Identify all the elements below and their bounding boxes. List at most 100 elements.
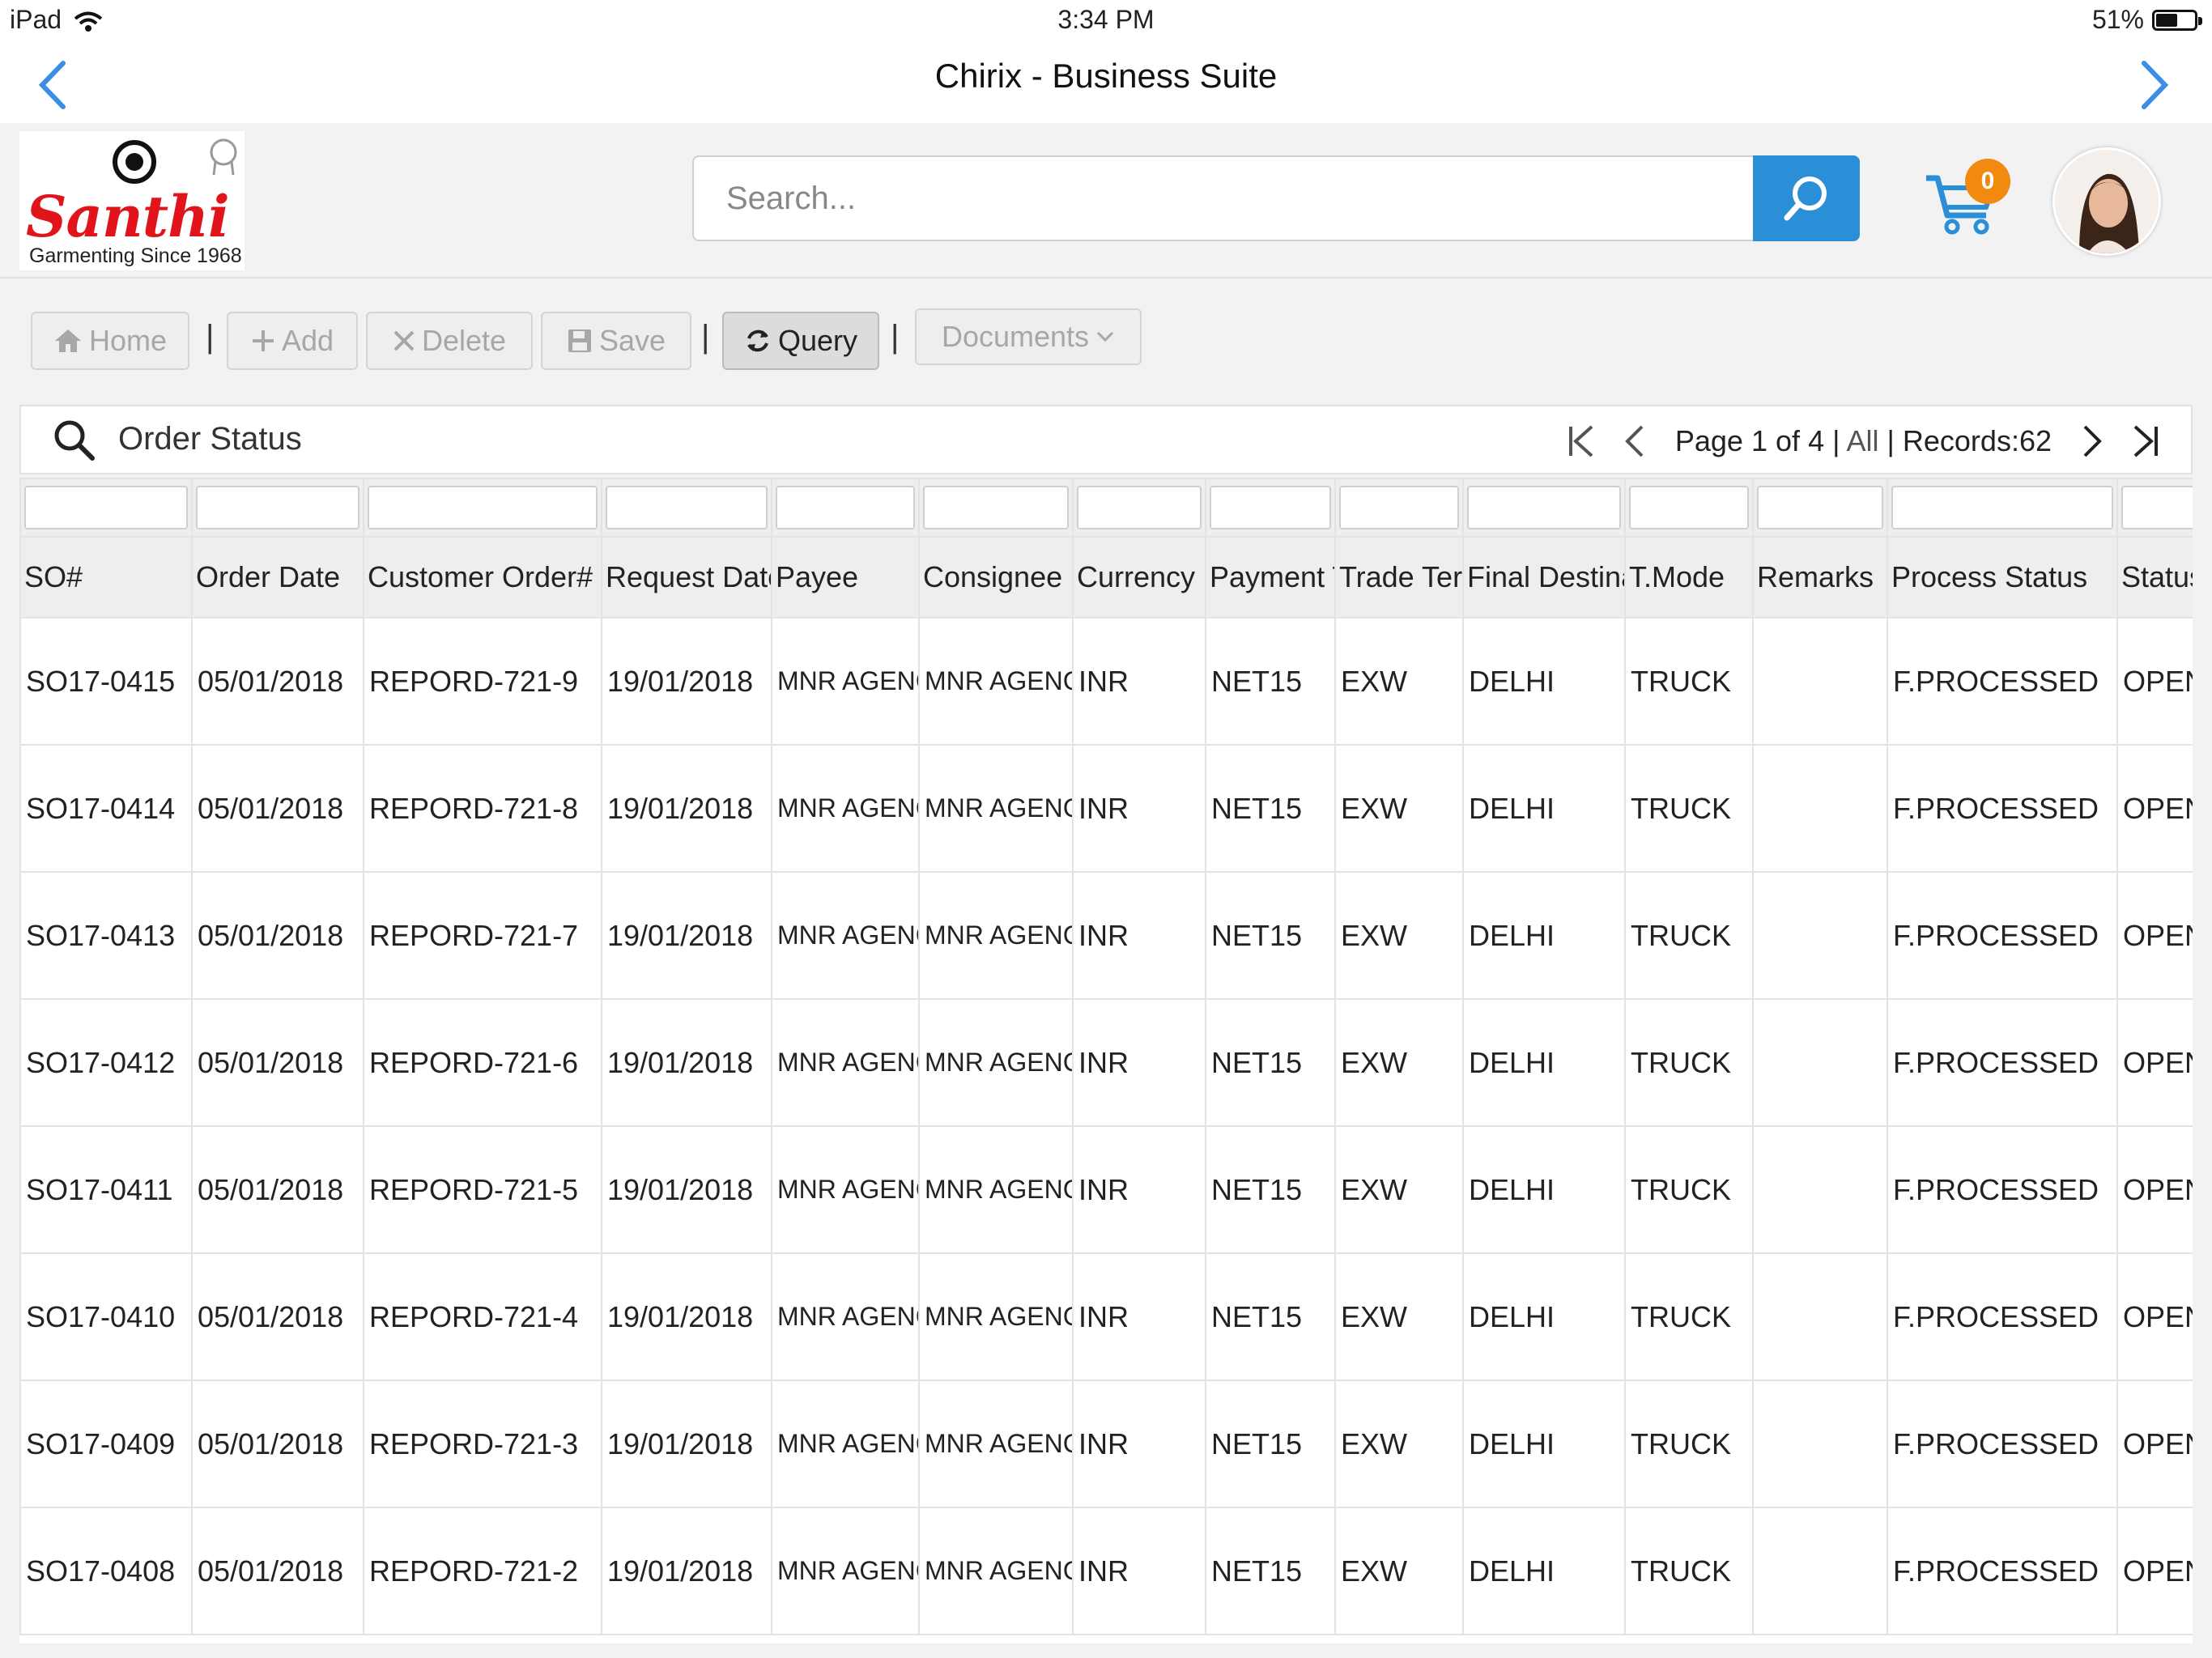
filter-cell [1205, 478, 1336, 538]
filter-input-request-date[interactable] [606, 486, 768, 529]
table-cell: F.PROCESSED [1887, 744, 2118, 873]
table-row[interactable]: SO17-0415 05/01/2018 REPORD-721-9 19/01/201… [19, 617, 2193, 746]
table-cell: TRUCK [1624, 1252, 1754, 1381]
query-button[interactable]: Query [722, 312, 879, 370]
chevron-right-icon[interactable] [2129, 57, 2178, 113]
add-button[interactable]: Add [227, 312, 358, 370]
table-cell: MNR AGENCY [918, 744, 1074, 873]
last-page-button[interactable] [2118, 414, 2172, 468]
table-row[interactable]: SO17-0408 05/01/2018 REPORD-721-2 19/01/201… [19, 1507, 2193, 1635]
table-cell: MNR AGENCY [771, 1125, 920, 1254]
table-cell: TRUCK [1624, 744, 1754, 873]
filter-input-status[interactable] [2121, 486, 2193, 529]
page-info: Page 1 of 4 | All | Records:62 [1675, 424, 2052, 458]
table-cell: INR [1072, 1380, 1206, 1508]
filter-cell [19, 478, 193, 538]
table-cell: INR [1072, 1125, 1206, 1254]
filter-cell [363, 478, 602, 538]
pager-separator: | [1887, 424, 1895, 457]
filter-input-payment-term[interactable] [1210, 486, 1331, 529]
next-page-button[interactable] [2065, 414, 2118, 468]
filter-input-so[interactable] [24, 486, 188, 529]
home-icon [54, 329, 81, 352]
filter-input-remarks[interactable] [1757, 486, 1883, 529]
filter-input-trade-term[interactable] [1339, 486, 1459, 529]
table-cell: 05/01/2018 [191, 617, 364, 746]
table-cell: EXW [1334, 998, 1464, 1127]
table-cell: INR [1072, 871, 1206, 1000]
filter-input-customer-order[interactable] [368, 486, 598, 529]
column-header-remarks[interactable]: Remarks [1752, 536, 1888, 619]
total-pages: 4 [1808, 424, 1825, 457]
user-avatar[interactable] [2052, 147, 2161, 256]
panel-title: Order Status [118, 421, 302, 457]
filter-cell [1752, 478, 1888, 538]
table-cell: TRUCK [1624, 1507, 1754, 1635]
column-header-currency[interactable]: Currency [1072, 536, 1206, 619]
column-header-customer-order[interactable]: Customer Order# [363, 536, 602, 619]
table-cell: MNR AGENCY [771, 871, 920, 1000]
prev-page-button[interactable] [1609, 414, 1662, 468]
table-cell: F.PROCESSED [1887, 871, 2118, 1000]
table-cell: REPORD-721-5 [363, 1125, 602, 1254]
search-button[interactable] [1753, 155, 1860, 241]
delete-button[interactable]: Delete [366, 312, 533, 370]
table-cell: TRUCK [1624, 871, 1754, 1000]
table-cell [1752, 998, 1888, 1127]
table-row[interactable]: SO17-0414 05/01/2018 REPORD-721-8 19/01/201… [19, 744, 2193, 873]
column-header-so[interactable]: SO# [19, 536, 193, 619]
filter-input-final-destination[interactable] [1467, 486, 1621, 529]
table-row[interactable]: SO17-0410 05/01/2018 REPORD-721-4 19/01/201… [19, 1252, 2193, 1381]
table-cell: 19/01/2018 [601, 998, 772, 1127]
filter-input-process-status[interactable] [1891, 486, 2113, 529]
table-cell: 05/01/2018 [191, 1125, 364, 1254]
table-row[interactable]: SO17-0413 05/01/2018 REPORD-721-7 19/01/201… [19, 871, 2193, 1000]
magnifier-icon[interactable] [50, 416, 99, 465]
search-input[interactable] [692, 155, 1753, 241]
table-cell: MNR AGENCY [771, 1507, 920, 1635]
table-cell: 05/01/2018 [191, 744, 364, 873]
column-header-consignee[interactable]: Consignee [918, 536, 1074, 619]
column-header-t-mode[interactable]: T.Mode [1624, 536, 1754, 619]
cart-button[interactable]: 0 [1923, 159, 2012, 240]
table-cell [1752, 1507, 1888, 1635]
all-records-link[interactable]: All [1846, 424, 1878, 457]
column-header-payee[interactable]: Payee [771, 536, 920, 619]
plus-icon [252, 330, 274, 351]
column-header-payment-term[interactable]: Payment Term [1205, 536, 1336, 619]
column-header-request-date[interactable]: Request Date [601, 536, 772, 619]
save-button[interactable]: Save [541, 312, 691, 370]
filter-input-t-mode[interactable] [1629, 486, 1749, 529]
documents-dropdown[interactable]: Documents [915, 308, 1142, 365]
table-row[interactable]: SO17-0409 05/01/2018 REPORD-721-3 19/01/201… [19, 1380, 2193, 1508]
company-logo[interactable]: Santhi Garmenting Since 1968 [19, 131, 245, 270]
home-button[interactable]: Home [31, 312, 189, 370]
floppy-icon [568, 329, 591, 352]
table-cell: MNR AGENCY [918, 1507, 1074, 1635]
column-header-final-destination[interactable]: Final Destination [1462, 536, 1626, 619]
magnifier-icon [1784, 176, 1827, 221]
filter-cell [191, 478, 364, 538]
column-header-status[interactable]: Status [2116, 536, 2193, 619]
column-header-order-date[interactable]: Order Date [191, 536, 364, 619]
filter-input-currency[interactable] [1077, 486, 1202, 529]
action-toolbar: Home | Add Delete Save | Query | Documen… [19, 296, 2193, 385]
first-page-button[interactable] [1555, 414, 1609, 468]
table-cell: INR [1072, 998, 1206, 1127]
table-cell: OPEN [2116, 1507, 2193, 1635]
filter-input-consignee[interactable] [923, 486, 1069, 529]
filter-input-payee[interactable] [776, 486, 915, 529]
column-header-trade-term[interactable]: Trade Term [1334, 536, 1464, 619]
filter-input-order-date[interactable] [196, 486, 359, 529]
table-cell: NET15 [1205, 998, 1336, 1127]
table-cell: SO17-0414 [19, 744, 193, 873]
table-row[interactable]: SO17-0411 05/01/2018 REPORD-721-5 19/01/201… [19, 1125, 2193, 1254]
table-cell: SO17-0410 [19, 1252, 193, 1381]
table-row[interactable]: SO17-0412 05/01/2018 REPORD-721-6 19/01/201… [19, 998, 2193, 1127]
column-header-process-status[interactable]: Process Status [1887, 536, 2118, 619]
query-button-label: Query [777, 324, 858, 357]
table-cell: 05/01/2018 [191, 1380, 364, 1508]
table-cell: F.PROCESSED [1887, 617, 2118, 746]
chevron-down-icon [1096, 331, 1114, 342]
table-cell: 19/01/2018 [601, 1125, 772, 1254]
